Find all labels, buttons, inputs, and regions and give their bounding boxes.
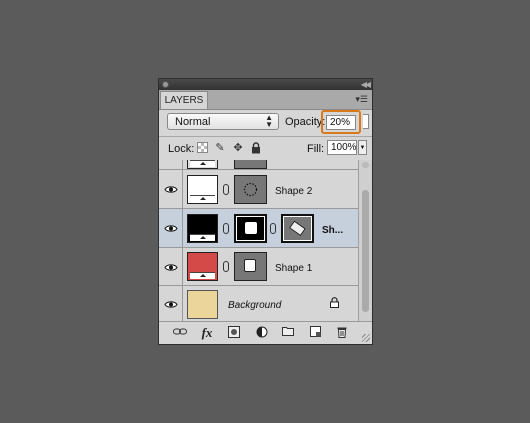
- folder-icon[interactable]: [281, 326, 295, 340]
- vector-mask-thumbnail: [234, 252, 267, 281]
- lock-label: Lock:: [168, 143, 195, 155]
- tab-row: LAYERS ▾☰: [159, 90, 372, 110]
- lock-icon: [330, 297, 339, 311]
- lock-transparent-icon[interactable]: [197, 142, 208, 153]
- fill-field[interactable]: 100%: [327, 140, 357, 155]
- lock-fill-row: Lock: ✎ ✥ Fill: 100% ▼: [159, 138, 372, 160]
- shape-badge-icon: [190, 234, 215, 241]
- fx-icon[interactable]: fx: [200, 326, 214, 340]
- chain-link-icon[interactable]: [223, 184, 229, 195]
- layer-thumbnail: [187, 175, 218, 204]
- shape-badge-icon: [190, 272, 215, 279]
- chain-link-icon[interactable]: [223, 223, 229, 234]
- vector-mask-thumbnail: [234, 160, 267, 169]
- shape-badge-icon: [190, 160, 215, 167]
- updown-arrows-icon: ▲ ▼: [265, 113, 273, 129]
- collapse-icon[interactable]: ◀◀: [361, 79, 371, 90]
- layer-row[interactable]: Shape 1: [159, 248, 358, 286]
- layer-row[interactable]: Shape 2: [159, 170, 358, 209]
- layers-panel: ◀◀ LAYERS ▾☰ Normal ▲ ▼ Opacity: 20% Lock…: [158, 78, 373, 345]
- opacity-dropdown-button[interactable]: [363, 114, 369, 129]
- chain-link-icon[interactable]: [270, 223, 276, 234]
- chain-link-icon[interactable]: [223, 261, 229, 272]
- visibility-cell[interactable]: [159, 248, 183, 285]
- layer-name[interactable]: Sh...: [322, 225, 343, 236]
- scroll-thumb[interactable]: [362, 190, 369, 312]
- add-mask-icon[interactable]: [227, 326, 241, 340]
- vector-mask-thumbnail: [234, 175, 267, 204]
- opacity-field[interactable]: 20%: [326, 115, 356, 130]
- resize-grip-icon[interactable]: [362, 334, 370, 342]
- link-layers-icon[interactable]: [173, 326, 187, 340]
- lock-icon[interactable]: [250, 142, 262, 154]
- opacity-highlight: 20%: [321, 110, 361, 134]
- layer-thumbnail: [187, 160, 218, 169]
- fill-label: Fill:: [307, 143, 325, 155]
- layer-row[interactable]: Background: [159, 286, 358, 322]
- visibility-cell: [159, 160, 183, 169]
- blend-mode-select[interactable]: Normal ▲ ▼: [167, 113, 279, 130]
- layer-thumbnail: [187, 214, 218, 243]
- visibility-cell[interactable]: [159, 209, 183, 247]
- visibility-cell[interactable]: [159, 286, 183, 322]
- visibility-cell[interactable]: [159, 170, 183, 208]
- layer-row-partial[interactable]: [159, 160, 358, 170]
- scroll-up-nub[interactable]: [362, 162, 369, 168]
- layer-row-selected[interactable]: Sh...: [159, 209, 358, 248]
- eye-icon[interactable]: [164, 185, 178, 194]
- eye-icon[interactable]: [164, 224, 178, 233]
- layer-mask-thumbnail: [281, 214, 314, 243]
- brush-icon[interactable]: ✎: [214, 142, 226, 154]
- blend-opacity-row: Normal ▲ ▼ Opacity: 20%: [159, 110, 372, 136]
- trash-icon[interactable]: [335, 326, 349, 340]
- layer-name[interactable]: Background: [228, 300, 281, 311]
- adjustment-layer-icon[interactable]: [255, 326, 269, 340]
- new-layer-icon[interactable]: [308, 326, 322, 340]
- eye-icon[interactable]: [164, 263, 178, 272]
- shape-badge-icon: [190, 195, 215, 202]
- blend-mode-value: Normal: [175, 116, 211, 128]
- layers-scrollbar[interactable]: [358, 160, 372, 322]
- layer-name[interactable]: Shape 1: [275, 263, 312, 274]
- vector-mask-thumbnail: [234, 214, 267, 243]
- fill-dropdown-button[interactable]: ▼: [358, 140, 367, 155]
- layer-name[interactable]: Shape 2: [275, 186, 312, 197]
- close-dot-icon[interactable]: [162, 81, 169, 88]
- panel-menu-icon[interactable]: ▾☰: [355, 94, 368, 105]
- divider: [159, 136, 372, 137]
- tab-layers[interactable]: LAYERS: [160, 91, 208, 109]
- eye-icon[interactable]: [164, 300, 178, 309]
- move-icon[interactable]: ✥: [232, 142, 244, 154]
- layer-thumbnail: [187, 252, 218, 281]
- layer-thumbnail: [187, 290, 218, 319]
- layers-list: Shape 2 Sh... Shape 1 Background: [159, 160, 358, 322]
- opacity-label: Opacity:: [285, 116, 326, 128]
- layers-footer: fx: [159, 321, 372, 344]
